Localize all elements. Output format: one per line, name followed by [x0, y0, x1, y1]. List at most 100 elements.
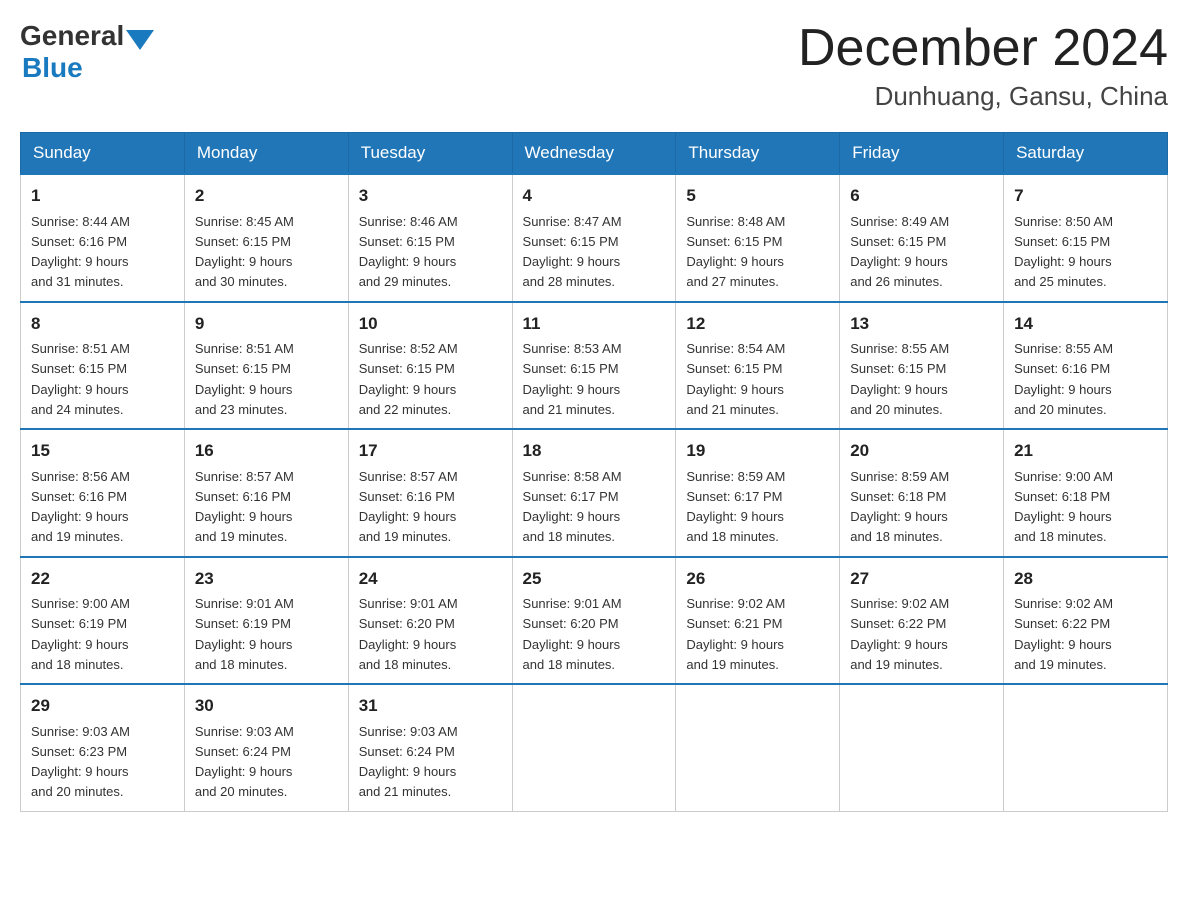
day-info: Sunrise: 8:57 AMSunset: 6:16 PMDaylight:… [359, 469, 458, 545]
day-info: Sunrise: 9:02 AMSunset: 6:21 PMDaylight:… [686, 596, 785, 672]
day-number: 19 [686, 438, 829, 464]
day-number: 7 [1014, 183, 1157, 209]
day-info: Sunrise: 8:55 AMSunset: 6:15 PMDaylight:… [850, 341, 949, 417]
table-cell: 25 Sunrise: 9:01 AMSunset: 6:20 PMDaylig… [512, 557, 676, 685]
day-number: 2 [195, 183, 338, 209]
table-cell: 6 Sunrise: 8:49 AMSunset: 6:15 PMDayligh… [840, 174, 1004, 302]
day-number: 16 [195, 438, 338, 464]
day-info: Sunrise: 8:47 AMSunset: 6:15 PMDaylight:… [523, 214, 622, 290]
day-number: 11 [523, 311, 666, 337]
table-cell: 3 Sunrise: 8:46 AMSunset: 6:15 PMDayligh… [348, 174, 512, 302]
day-info: Sunrise: 9:03 AMSunset: 6:24 PMDaylight:… [195, 724, 294, 800]
day-number: 18 [523, 438, 666, 464]
day-number: 25 [523, 566, 666, 592]
table-cell: 10 Sunrise: 8:52 AMSunset: 6:15 PMDaylig… [348, 302, 512, 430]
table-cell: 18 Sunrise: 8:58 AMSunset: 6:17 PMDaylig… [512, 429, 676, 557]
day-info: Sunrise: 9:01 AMSunset: 6:20 PMDaylight:… [523, 596, 622, 672]
day-info: Sunrise: 8:58 AMSunset: 6:17 PMDaylight:… [523, 469, 622, 545]
table-cell: 26 Sunrise: 9:02 AMSunset: 6:21 PMDaylig… [676, 557, 840, 685]
day-info: Sunrise: 9:00 AMSunset: 6:18 PMDaylight:… [1014, 469, 1113, 545]
table-cell: 28 Sunrise: 9:02 AMSunset: 6:22 PMDaylig… [1004, 557, 1168, 685]
table-cell: 2 Sunrise: 8:45 AMSunset: 6:15 PMDayligh… [184, 174, 348, 302]
day-info: Sunrise: 8:46 AMSunset: 6:15 PMDaylight:… [359, 214, 458, 290]
week-row-4: 22 Sunrise: 9:00 AMSunset: 6:19 PMDaylig… [21, 557, 1168, 685]
day-info: Sunrise: 9:01 AMSunset: 6:19 PMDaylight:… [195, 596, 294, 672]
day-info: Sunrise: 8:53 AMSunset: 6:15 PMDaylight:… [523, 341, 622, 417]
table-cell: 11 Sunrise: 8:53 AMSunset: 6:15 PMDaylig… [512, 302, 676, 430]
day-number: 6 [850, 183, 993, 209]
table-cell: 1 Sunrise: 8:44 AMSunset: 6:16 PMDayligh… [21, 174, 185, 302]
day-info: Sunrise: 8:44 AMSunset: 6:16 PMDaylight:… [31, 214, 130, 290]
day-number: 12 [686, 311, 829, 337]
day-number: 24 [359, 566, 502, 592]
header-friday: Friday [840, 133, 1004, 175]
day-info: Sunrise: 8:51 AMSunset: 6:15 PMDaylight:… [31, 341, 130, 417]
table-cell: 29 Sunrise: 9:03 AMSunset: 6:23 PMDaylig… [21, 684, 185, 811]
table-cell: 19 Sunrise: 8:59 AMSunset: 6:17 PMDaylig… [676, 429, 840, 557]
page-header: General Blue December 2024 Dunhuang, Gan… [20, 20, 1168, 112]
table-cell: 16 Sunrise: 8:57 AMSunset: 6:16 PMDaylig… [184, 429, 348, 557]
day-number: 17 [359, 438, 502, 464]
day-number: 15 [31, 438, 174, 464]
table-cell: 30 Sunrise: 9:03 AMSunset: 6:24 PMDaylig… [184, 684, 348, 811]
day-number: 8 [31, 311, 174, 337]
day-number: 13 [850, 311, 993, 337]
day-number: 21 [1014, 438, 1157, 464]
logo-blue-text: Blue [22, 52, 83, 83]
day-number: 23 [195, 566, 338, 592]
day-info: Sunrise: 8:48 AMSunset: 6:15 PMDaylight:… [686, 214, 785, 290]
day-info: Sunrise: 8:57 AMSunset: 6:16 PMDaylight:… [195, 469, 294, 545]
table-cell: 23 Sunrise: 9:01 AMSunset: 6:19 PMDaylig… [184, 557, 348, 685]
table-cell: 8 Sunrise: 8:51 AMSunset: 6:15 PMDayligh… [21, 302, 185, 430]
table-cell [840, 684, 1004, 811]
day-number: 26 [686, 566, 829, 592]
table-cell [676, 684, 840, 811]
table-cell: 24 Sunrise: 9:01 AMSunset: 6:20 PMDaylig… [348, 557, 512, 685]
table-cell: 9 Sunrise: 8:51 AMSunset: 6:15 PMDayligh… [184, 302, 348, 430]
day-info: Sunrise: 8:59 AMSunset: 6:18 PMDaylight:… [850, 469, 949, 545]
week-row-2: 8 Sunrise: 8:51 AMSunset: 6:15 PMDayligh… [21, 302, 1168, 430]
week-row-1: 1 Sunrise: 8:44 AMSunset: 6:16 PMDayligh… [21, 174, 1168, 302]
table-cell: 7 Sunrise: 8:50 AMSunset: 6:15 PMDayligh… [1004, 174, 1168, 302]
day-number: 3 [359, 183, 502, 209]
header-thursday: Thursday [676, 133, 840, 175]
logo: General Blue [20, 20, 156, 84]
week-row-3: 15 Sunrise: 8:56 AMSunset: 6:16 PMDaylig… [21, 429, 1168, 557]
day-number: 14 [1014, 311, 1157, 337]
day-number: 22 [31, 566, 174, 592]
table-cell [1004, 684, 1168, 811]
table-cell: 22 Sunrise: 9:00 AMSunset: 6:19 PMDaylig… [21, 557, 185, 685]
day-info: Sunrise: 8:52 AMSunset: 6:15 PMDaylight:… [359, 341, 458, 417]
day-number: 27 [850, 566, 993, 592]
day-info: Sunrise: 8:56 AMSunset: 6:16 PMDaylight:… [31, 469, 130, 545]
day-number: 30 [195, 693, 338, 719]
calendar-header-row: Sunday Monday Tuesday Wednesday Thursday… [21, 133, 1168, 175]
logo-triangle-icon [126, 30, 154, 50]
logo-general-text: General [20, 20, 124, 52]
day-info: Sunrise: 8:45 AMSunset: 6:15 PMDaylight:… [195, 214, 294, 290]
table-cell: 4 Sunrise: 8:47 AMSunset: 6:15 PMDayligh… [512, 174, 676, 302]
header-wednesday: Wednesday [512, 133, 676, 175]
day-info: Sunrise: 9:03 AMSunset: 6:23 PMDaylight:… [31, 724, 130, 800]
title-section: December 2024 Dunhuang, Gansu, China [798, 20, 1168, 112]
table-cell: 13 Sunrise: 8:55 AMSunset: 6:15 PMDaylig… [840, 302, 1004, 430]
month-title: December 2024 [798, 20, 1168, 77]
day-number: 10 [359, 311, 502, 337]
day-number: 4 [523, 183, 666, 209]
day-number: 1 [31, 183, 174, 209]
day-info: Sunrise: 8:50 AMSunset: 6:15 PMDaylight:… [1014, 214, 1113, 290]
table-cell [512, 684, 676, 811]
day-number: 31 [359, 693, 502, 719]
location-title: Dunhuang, Gansu, China [798, 81, 1168, 112]
day-number: 5 [686, 183, 829, 209]
day-number: 9 [195, 311, 338, 337]
day-info: Sunrise: 9:01 AMSunset: 6:20 PMDaylight:… [359, 596, 458, 672]
table-cell: 12 Sunrise: 8:54 AMSunset: 6:15 PMDaylig… [676, 302, 840, 430]
day-info: Sunrise: 8:49 AMSunset: 6:15 PMDaylight:… [850, 214, 949, 290]
header-monday: Monday [184, 133, 348, 175]
day-info: Sunrise: 8:59 AMSunset: 6:17 PMDaylight:… [686, 469, 785, 545]
table-cell: 31 Sunrise: 9:03 AMSunset: 6:24 PMDaylig… [348, 684, 512, 811]
day-info: Sunrise: 9:03 AMSunset: 6:24 PMDaylight:… [359, 724, 458, 800]
header-saturday: Saturday [1004, 133, 1168, 175]
day-number: 28 [1014, 566, 1157, 592]
